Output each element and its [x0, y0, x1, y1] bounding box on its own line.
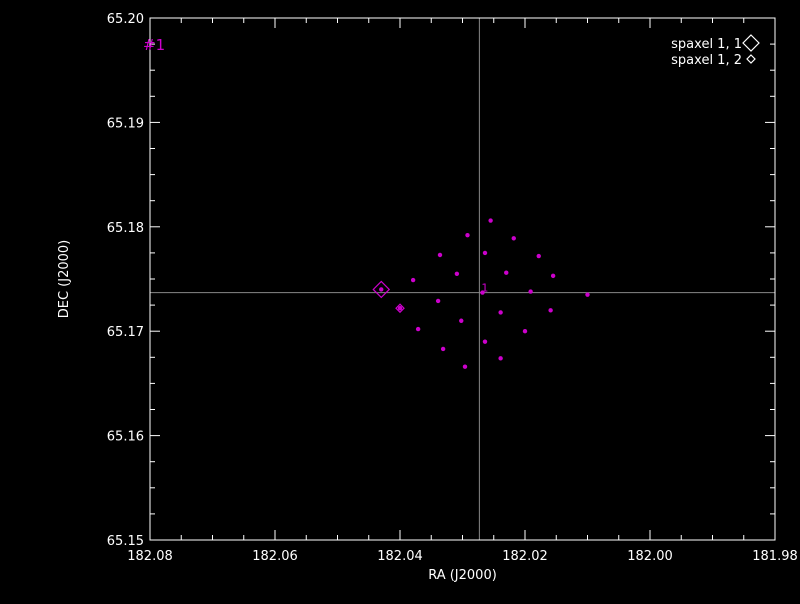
data-point: [410, 277, 416, 283]
data-point: [488, 218, 493, 223]
x-tick-label: 182.06: [252, 549, 298, 564]
y-axis-label: DEC (J2000): [57, 240, 72, 319]
data-point: [437, 252, 443, 258]
data-point: [462, 364, 468, 369]
y-tick-label: 65.18: [107, 221, 144, 236]
data-point: [440, 346, 446, 352]
x-tick-label: 181.98: [752, 549, 798, 564]
data-point: [585, 292, 590, 297]
y-tick-label: 65.20: [107, 12, 144, 27]
plot-label: #1: [143, 36, 165, 54]
data-point: [415, 326, 421, 332]
data-point: [522, 329, 528, 334]
y-tick-label: 65.19: [107, 116, 144, 131]
scatter-plot: 182.08 182.06 182.04 182.02 182.00 181.98 65.…: [0, 0, 800, 600]
data-point: [498, 310, 503, 315]
x-tick-label: 182.02: [502, 549, 548, 564]
y-tick-label: 65.16: [107, 430, 144, 445]
x-tick-label: 182.08: [127, 549, 173, 564]
data-point: [397, 306, 403, 311]
data-point: [528, 289, 533, 294]
data-point: [548, 308, 553, 313]
chart-container: 182.08 182.06 182.04 182.02 182.00 181.98 65.…: [0, 0, 800, 600]
legend-entry-label: spaxel 1, 1: [671, 37, 742, 52]
data-point: [498, 356, 503, 361]
data-point: [482, 250, 488, 256]
data-point: [435, 298, 441, 304]
y-tick-label: 65.17: [107, 325, 144, 340]
data-point: [454, 271, 460, 276]
x-axis-label: RA (J2000): [428, 568, 497, 583]
data-point: [465, 232, 470, 238]
data-point: [379, 287, 384, 292]
legend-entry-label: spaxel 1, 2: [671, 53, 742, 68]
data-point: [482, 339, 488, 344]
plot-background: [0, 0, 800, 600]
center-label: 1: [481, 282, 488, 295]
x-tick-label: 182.00: [627, 549, 673, 564]
data-point: [536, 253, 541, 259]
y-tick-label: 65.15: [107, 534, 144, 549]
data-point: [504, 270, 509, 275]
x-tick-label: 182.04: [377, 549, 423, 564]
data-point: [459, 318, 464, 323]
data-point: [550, 273, 556, 279]
data-point: [511, 236, 516, 241]
